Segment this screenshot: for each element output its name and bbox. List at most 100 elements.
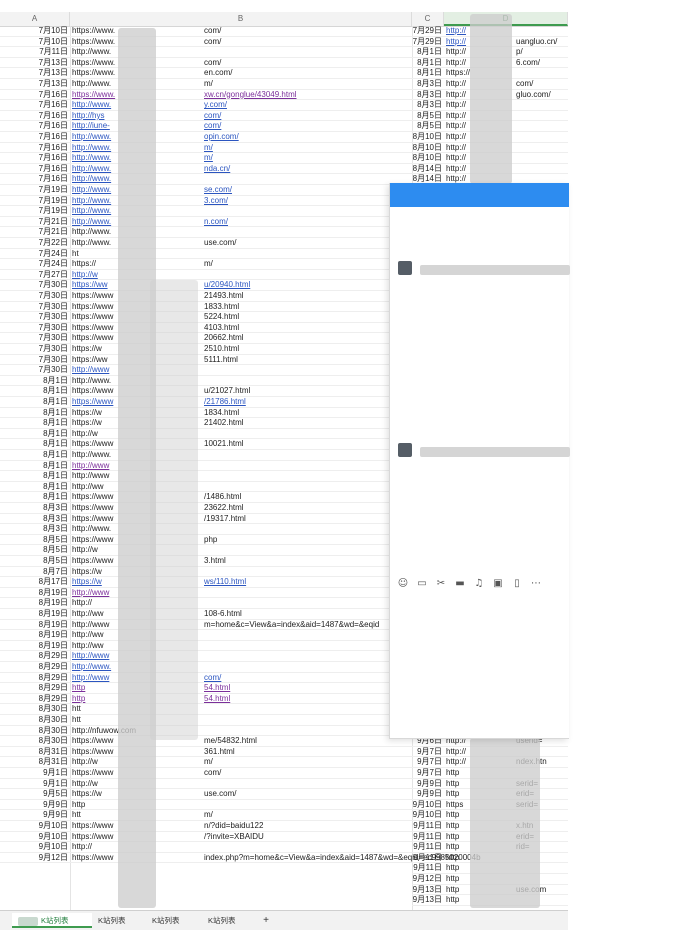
date-cell[interactable]: 9月11日	[412, 832, 442, 843]
date-cell[interactable]: 9月11日	[412, 863, 442, 874]
date-cell[interactable]: 7月16日	[0, 100, 68, 111]
url-cell[interactable]: http://	[442, 26, 466, 37]
date-cell[interactable]: 8月3日	[0, 503, 68, 514]
date-cell[interactable]: 8月31日	[0, 757, 68, 768]
table-row[interactable]: 7月16日 http://www. opin.com/	[0, 132, 412, 143]
table-row[interactable]: 8月19日 http://ww	[0, 630, 412, 641]
date-cell[interactable]: 8月1日	[0, 418, 68, 429]
date-cell[interactable]: 9月7日	[412, 768, 442, 779]
sheet-tab[interactable]: K站列表	[92, 913, 146, 928]
date-cell[interactable]: 9月7日	[412, 757, 442, 768]
date-cell[interactable]: 9月12日	[0, 853, 68, 864]
url-cell[interactable]: https://www	[68, 556, 113, 567]
date-cell[interactable]: 8月1日	[0, 482, 68, 493]
url-cell[interactable]: http://www.	[68, 47, 111, 58]
table-row[interactable]: 8月5日 https://www 3.html	[0, 556, 412, 567]
table-row[interactable]: 7月13日 https://www. com/	[0, 58, 412, 69]
url-cell[interactable]: http://ww	[68, 609, 104, 620]
scissors-icon[interactable]: ✂	[434, 577, 448, 591]
date-cell[interactable]: 8月1日	[0, 408, 68, 419]
date-cell[interactable]: 9月10日	[0, 842, 68, 853]
url-cell[interactable]: http://www.	[68, 132, 111, 143]
url-cell[interactable]: http	[442, 863, 459, 874]
url-cell[interactable]: http://www.	[68, 174, 111, 185]
date-cell[interactable]: 8月19日	[0, 588, 68, 599]
table-row[interactable]: 8月29日 http://www com/	[0, 673, 412, 684]
url-cell[interactable]: https://www	[68, 291, 113, 302]
table-row[interactable]: 7月21日 http://www.	[0, 227, 412, 238]
url-cell[interactable]: https://www	[68, 821, 113, 832]
phone-icon[interactable]: ▯	[510, 577, 524, 591]
date-cell[interactable]: 8月7日	[0, 567, 68, 578]
url-cell[interactable]: https://www	[68, 312, 113, 323]
sheet-tab[interactable]: K站列表	[146, 913, 202, 928]
table-row[interactable]: 7月30日 https://www 21493.html	[0, 291, 412, 302]
url-cell[interactable]: https://www	[68, 514, 113, 525]
date-cell[interactable]: 8月29日	[0, 662, 68, 673]
url-cell[interactable]: http://www.	[68, 185, 111, 196]
table-row[interactable]: 7月19日 http://www. 3.com/	[0, 196, 412, 207]
date-cell[interactable]: 7月10日	[0, 26, 68, 37]
date-cell[interactable]: 9月9日	[0, 810, 68, 821]
table-row[interactable]: 8月1日 http://www.	[0, 376, 412, 387]
date-cell[interactable]: 9月11日	[412, 853, 442, 864]
url-cell[interactable]: http://hys	[68, 111, 104, 122]
table-row[interactable]: 7月24日 ht	[0, 249, 412, 260]
table-row[interactable]: 9月10日 https://www n/?did=baidu122	[0, 821, 412, 832]
url-cell[interactable]: https://www	[68, 333, 113, 344]
url-cell[interactable]: http://	[442, 58, 466, 69]
date-cell[interactable]: 9月11日	[412, 842, 442, 853]
table-row[interactable]: 7月19日 http://www. se.com/	[0, 185, 412, 196]
table-row[interactable]: 8月31日 https://www 361.html	[0, 747, 412, 758]
url-cell[interactable]: http	[68, 683, 85, 694]
table-row[interactable]: 9月10日 http://	[0, 842, 412, 853]
date-cell[interactable]: 7月11日	[0, 47, 68, 58]
url-cell[interactable]: http://www.	[68, 164, 111, 175]
date-cell[interactable]: 7月16日	[0, 164, 68, 175]
url-cell[interactable]: http://	[442, 90, 466, 101]
date-cell[interactable]: 8月5日	[0, 535, 68, 546]
column-header-b[interactable]: B	[70, 12, 412, 26]
date-cell[interactable]: 8月1日	[0, 492, 68, 503]
date-cell[interactable]: 8月5日	[412, 121, 442, 132]
date-cell[interactable]: 8月19日	[0, 620, 68, 631]
url-cell[interactable]: http://	[442, 47, 466, 58]
table-row[interactable]: 8月19日 http://www	[0, 588, 412, 599]
url-cell[interactable]: http://	[442, 757, 466, 768]
url-cell[interactable]: http://ww	[68, 641, 104, 652]
table-row[interactable]: 8月7日 https://w	[0, 567, 412, 578]
date-cell[interactable]: 7月30日	[0, 280, 68, 291]
url-cell[interactable]: http://www.	[68, 450, 111, 461]
table-row[interactable]: 8月19日 http://www m=home&c=View&a=index&aid…	[0, 620, 412, 631]
date-cell[interactable]: 9月12日	[412, 874, 442, 885]
url-cell[interactable]: http://	[442, 143, 466, 154]
date-cell[interactable]: 7月30日	[0, 355, 68, 366]
url-cell[interactable]: http://www.	[68, 153, 111, 164]
url-cell[interactable]: http	[442, 895, 459, 906]
table-row[interactable]: 7月13日 https://www. en.com/	[0, 68, 412, 79]
date-cell[interactable]: 8月10日	[412, 143, 442, 154]
url-cell[interactable]: https	[442, 800, 463, 811]
url-cell[interactable]: http://www.	[68, 238, 111, 249]
date-cell[interactable]: 8月29日	[0, 651, 68, 662]
table-row[interactable]: 8月17日 https://w ws/110.html	[0, 577, 412, 588]
date-cell[interactable]: 8月30日	[0, 715, 68, 726]
url-cell[interactable]: http://www.	[68, 143, 111, 154]
date-cell[interactable]: 9月1日	[0, 779, 68, 790]
url-cell[interactable]: https://w	[68, 408, 102, 419]
date-cell[interactable]: 8月30日	[0, 736, 68, 747]
date-cell[interactable]: 9月11日	[412, 821, 442, 832]
table-row[interactable]: 7月30日 https://www 4103.html	[0, 323, 412, 334]
table-row[interactable]: 8月19日 http://ww	[0, 641, 412, 652]
sheet-tab[interactable]: K站列表	[12, 913, 92, 928]
url-cell[interactable]: http://w	[68, 779, 98, 790]
date-cell[interactable]: 7月16日	[0, 111, 68, 122]
folder-icon[interactable]: ▬	[453, 577, 467, 591]
screenshot-icon[interactable]: ▭	[415, 577, 429, 591]
url-cell[interactable]: https://www	[68, 503, 113, 514]
date-cell[interactable]: 8月5日	[412, 111, 442, 122]
date-cell[interactable]: 8月10日	[412, 132, 442, 143]
url-cell[interactable]: http://www.	[68, 206, 111, 217]
url-cell[interactable]: http://	[442, 747, 466, 758]
table-row[interactable]: 8月1日 http://www.	[0, 450, 412, 461]
